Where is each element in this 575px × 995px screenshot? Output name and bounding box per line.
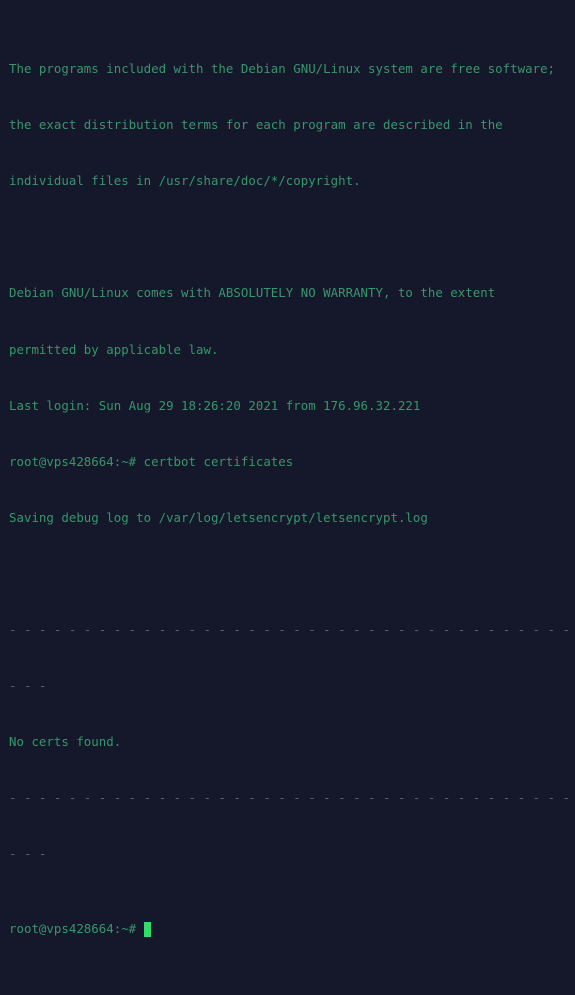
terminal-separator-line: - - - - - - - - - - - - - - - - - - - - … [9, 790, 570, 806]
terminal-line: The programs included with the Debian GN… [9, 61, 556, 77]
terminal-no-certs-line: No certs found. [9, 734, 122, 750]
terminal-separator-line-wrap: - - - [9, 678, 47, 694]
terminal-line: Saving debug log to /var/log/letsencrypt… [9, 509, 428, 525]
terminal-prompt-line[interactable]: root@vps428664:~# [9, 920, 575, 939]
terminal-last-login-line: Last login: Sun Aug 29 18:26:20 2021 fro… [9, 397, 421, 413]
terminal-separator-line-wrap: - - - [9, 846, 47, 862]
terminal-line: permitted by applicable law. [9, 341, 219, 357]
shell-prompt: root@vps428664:~# [9, 921, 137, 937]
terminal-command-line: root@vps428664:~# certbot certificates [9, 453, 294, 469]
block-cursor-icon [143, 922, 151, 938]
terminal-line: Debian GNU/Linux comes with ABSOLUTELY N… [9, 285, 496, 301]
terminal-window[interactable]: The programs included with the Debian GN… [0, 0, 575, 938]
terminal-line: the exact distribution terms for each pr… [9, 117, 503, 133]
terminal-line: individual files in /usr/share/doc/*/cop… [9, 173, 361, 189]
terminal-separator-line: - - - - - - - - - - - - - - - - - - - - … [9, 622, 570, 638]
